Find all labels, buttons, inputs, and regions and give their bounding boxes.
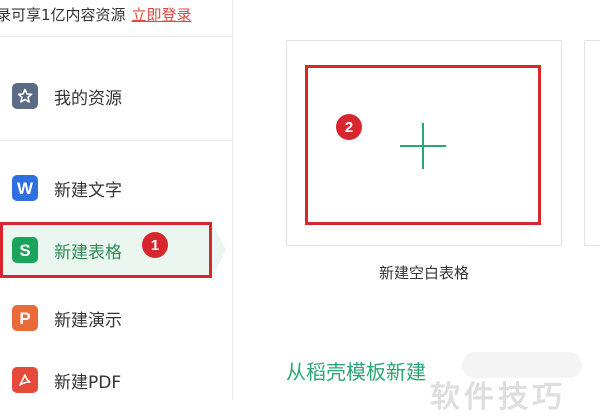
template-section-heading: 从稻壳模板新建 xyxy=(286,360,426,384)
sidebar-item-label: 新建PDF xyxy=(54,372,122,393)
sidebar-item-new-doc[interactable]: W 新建文字 xyxy=(0,160,212,216)
annotation-badge-1: 1 xyxy=(142,232,168,258)
login-banner-text: 录可享1亿内容资源 xyxy=(0,6,126,24)
sidebar-item-label: 新建演示 xyxy=(54,310,122,331)
sidebar: 录可享1亿内容资源立即登录 我的资源 W 新建文字 S 新建表格 P 新建演示 xyxy=(0,0,233,400)
login-banner: 录可享1亿内容资源 立即登录 xyxy=(0,0,232,30)
active-item-pointer xyxy=(212,222,226,278)
template-card-partial[interactable] xyxy=(584,40,600,246)
sidebar-item-new-sheet[interactable]: S 新建表格 xyxy=(0,222,212,278)
sidebar-item-my-resources[interactable]: 我的资源 xyxy=(0,68,212,124)
login-link[interactable]: 立即登录 xyxy=(132,6,192,24)
sidebar-item-label: 新建表格 xyxy=(54,242,122,263)
sidebar-item-label: 我的资源 xyxy=(54,88,122,109)
w-letter-icon: W xyxy=(12,175,38,201)
annotation-badge-2: 2 xyxy=(336,114,362,140)
sidebar-divider xyxy=(0,36,232,37)
p-letter-icon: P xyxy=(12,305,38,331)
sidebar-item-label: 新建文字 xyxy=(54,180,122,201)
plus-icon xyxy=(400,123,446,169)
s-letter-icon: S xyxy=(12,237,38,263)
sidebar-item-new-presentation[interactable]: P 新建演示 xyxy=(0,290,212,346)
watermark: 软件技巧 xyxy=(430,380,566,415)
sidebar-divider xyxy=(0,140,232,141)
star-icon xyxy=(12,83,38,109)
new-blank-sheet-caption: 新建空白表格 xyxy=(378,264,469,282)
pdf-icon xyxy=(12,367,38,393)
